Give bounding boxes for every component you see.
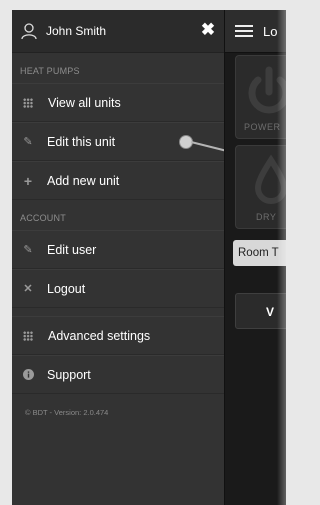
tile-label: POWER <box>244 122 281 132</box>
menu-item-support[interactable]: Support <box>12 355 224 394</box>
menu-item-view-all-units[interactable]: View all units <box>12 83 224 122</box>
version-text: © BDT - Version: 2.0.474 <box>25 408 109 417</box>
sidebar-menu: John Smith ✖ HEAT PUMPS View all units ✎… <box>12 10 250 505</box>
pencil-icon: ✎ <box>23 135 33 148</box>
close-icon[interactable]: ✖ <box>198 20 218 40</box>
section-heat-pumps: HEAT PUMPS <box>20 66 80 76</box>
pencil-icon: ✎ <box>23 243 33 256</box>
menu-item-label: Support <box>47 367 91 382</box>
menu-item-label: Edit this unit <box>47 134 116 149</box>
grid-icon <box>23 330 33 341</box>
page-title: Lo <box>263 23 278 39</box>
menu-item-logout[interactable]: ✕ Logout <box>12 269 224 308</box>
plus-icon: + <box>23 172 33 189</box>
username: John Smith <box>46 24 107 38</box>
info-icon <box>22 368 34 381</box>
app-window: John Smith ✖ HEAT PUMPS View all units ✎… <box>12 10 286 505</box>
tile-label: DRY <box>256 212 277 222</box>
menu-item-label: Advanced settings <box>48 328 151 343</box>
menu-item-label: Add new unit <box>47 173 120 188</box>
menu-item-edit-this-unit[interactable]: ✎ Edit this unit <box>12 122 250 161</box>
menu-item-label: View all units <box>48 95 121 110</box>
menu-item-edit-user[interactable]: ✎ Edit user <box>12 230 224 269</box>
menu-item-label: Logout <box>47 281 86 296</box>
grid-icon <box>23 97 33 108</box>
menu-item-advanced-settings[interactable]: Advanced settings <box>12 316 224 355</box>
hamburger-icon[interactable] <box>235 22 253 40</box>
x-icon: ✕ <box>23 282 33 295</box>
menu-item-add-new-unit[interactable]: + Add new unit <box>12 161 224 200</box>
user-icon <box>21 23 37 40</box>
menu-item-label: Edit user <box>47 242 97 257</box>
main-panel: Lo POWER DRY Room T V <box>224 10 286 505</box>
section-account: ACCOUNT <box>20 213 66 223</box>
sidebar-header: John Smith ✖ <box>12 10 224 53</box>
